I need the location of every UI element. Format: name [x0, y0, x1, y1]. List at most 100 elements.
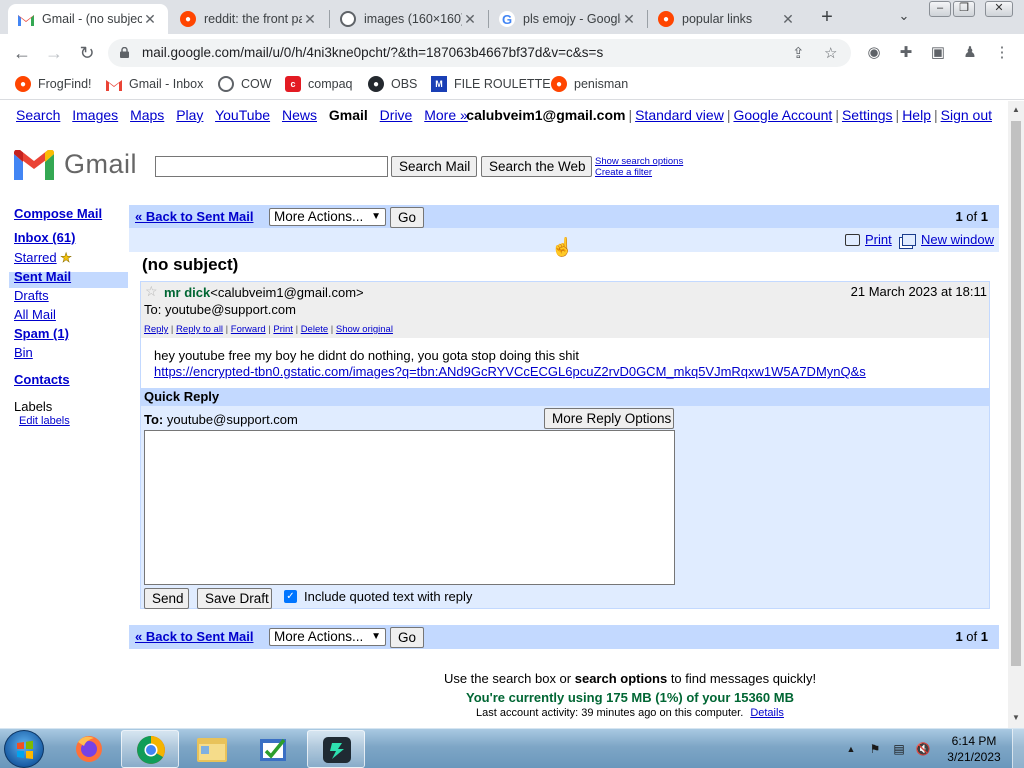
print-link[interactable]: Print: [845, 232, 892, 247]
gbar-images-link[interactable]: Images: [72, 107, 118, 123]
gbar-search-link[interactable]: Search: [16, 107, 60, 123]
nav-contacts[interactable]: Contacts: [14, 372, 70, 387]
new-window-link[interactable]: New window: [902, 232, 994, 247]
system-clock[interactable]: 6:14 PM 3/21/2023: [942, 733, 1006, 765]
network-icon[interactable]: ▤: [891, 741, 907, 757]
nav-drafts[interactable]: Drafts: [14, 288, 49, 303]
create-filter-link[interactable]: Create a filter: [595, 167, 683, 178]
action-center-icon[interactable]: ⚑: [867, 741, 883, 757]
forward-icon[interactable]: →: [42, 41, 66, 65]
send-button[interactable]: Send: [144, 588, 189, 609]
restore-button[interactable]: ❐: [953, 1, 975, 17]
more-actions-select[interactable]: More Actions... ▼: [269, 208, 386, 226]
standard-view-link[interactable]: Standard view: [635, 107, 724, 123]
menu-icon[interactable]: ⋮: [993, 44, 1011, 62]
puzzle-icon[interactable]: ✚: [897, 44, 915, 62]
scroll-down-icon[interactable]: ▼: [1012, 713, 1020, 722]
reload-icon[interactable]: ↻: [75, 41, 99, 65]
nav-spam[interactable]: Spam (1): [14, 326, 69, 341]
more-actions-select-bottom[interactable]: More Actions... ▼: [269, 628, 386, 646]
tab-gmail[interactable]: Gmail - (no subject) ✕: [8, 4, 168, 34]
back-icon[interactable]: ←: [10, 41, 34, 65]
edit-labels-link[interactable]: Edit labels: [19, 415, 70, 427]
bookmark-gmail-inbox[interactable]: Gmail - Inbox: [106, 76, 203, 92]
back-to-sent-link-bottom[interactable]: « Back to Sent Mail: [135, 629, 253, 644]
gbar-maps-link[interactable]: Maps: [130, 107, 164, 123]
taskbar-chrome[interactable]: [121, 730, 179, 768]
reply-link[interactable]: Reply: [144, 324, 168, 335]
forward-link[interactable]: Forward: [231, 324, 266, 335]
taskbar-filmora[interactable]: [307, 730, 365, 768]
help-link[interactable]: Help: [902, 107, 931, 123]
star-outline-icon[interactable]: ☆: [145, 283, 158, 300]
gmail-logo[interactable]: Gmail: [14, 149, 137, 180]
close-icon[interactable]: ✕: [462, 11, 478, 28]
nav-inbox[interactable]: Inbox (61): [14, 230, 75, 245]
gbar-drive-link[interactable]: Drive: [380, 107, 413, 123]
show-original-link[interactable]: Show original: [336, 324, 393, 335]
search-web-button[interactable]: Search the Web: [481, 156, 592, 177]
tab-popular-links[interactable]: ● popular links ✕: [648, 4, 806, 34]
more-reply-options-button[interactable]: More Reply Options: [544, 408, 674, 429]
search-mail-button[interactable]: Search Mail: [391, 156, 477, 177]
bookmark-frogfind[interactable]: ● FrogFind!: [15, 76, 92, 92]
close-icon[interactable]: ✕: [780, 11, 796, 28]
sign-out-link[interactable]: Sign out: [941, 107, 992, 123]
volume-muted-icon[interactable]: 🔇: [915, 741, 931, 757]
bookmark-penisman[interactable]: ● penisman: [551, 76, 628, 92]
profile-avatar[interactable]: ♟: [961, 44, 979, 62]
minimize-button[interactable]: –: [929, 1, 951, 17]
gbar-youtube-link[interactable]: YouTube: [215, 107, 270, 123]
bookmark-compaq[interactable]: c compaq: [285, 76, 352, 92]
start-button[interactable]: [4, 730, 44, 768]
go-button[interactable]: Go: [390, 207, 424, 228]
reply-all-link[interactable]: Reply to all: [176, 324, 223, 335]
scroll-up-icon[interactable]: ▲: [1012, 105, 1020, 114]
bookmark-cow[interactable]: COW: [218, 76, 272, 92]
tab-reddit[interactable]: ● reddit: the front page ✕: [170, 4, 328, 34]
show-search-options-link[interactable]: Show search options: [595, 156, 683, 167]
tab-google[interactable]: G pls emojy - Google ✕: [489, 4, 647, 34]
bookmark-file-roulette[interactable]: M FILE ROULETTE: [431, 76, 551, 92]
extension-record-icon[interactable]: ◉: [865, 44, 883, 62]
taskbar-firefox[interactable]: [60, 730, 118, 768]
gbar-play-link[interactable]: Play: [176, 107, 203, 123]
search-input[interactable]: [155, 156, 388, 177]
google-account-link[interactable]: Google Account: [733, 107, 832, 123]
print-message-link[interactable]: Print: [273, 324, 293, 335]
details-link[interactable]: Details: [750, 707, 784, 719]
nav-sent-mail[interactable]: Sent Mail: [14, 269, 71, 284]
taskbar-file-explorer[interactable]: [183, 730, 241, 768]
message-body-link[interactable]: https://encrypted-tbn0.gstatic.com/image…: [154, 364, 866, 379]
close-window-button[interactable]: ✕: [985, 1, 1013, 17]
gbar-more-link[interactable]: More »: [424, 107, 468, 123]
chevron-down-icon[interactable]: ⌄: [894, 8, 914, 28]
taskbar-task-scheduler[interactable]: [244, 730, 302, 768]
nav-starred[interactable]: Starred ★: [14, 250, 72, 266]
close-icon[interactable]: ✕: [621, 11, 637, 28]
gbar-news-link[interactable]: News: [282, 107, 317, 123]
delete-link[interactable]: Delete: [301, 324, 328, 335]
bookmark-obs[interactable]: ● OBS: [368, 76, 417, 92]
new-tab-button[interactable]: +: [815, 6, 839, 30]
reply-textarea[interactable]: [144, 430, 675, 585]
close-icon[interactable]: ✕: [302, 11, 318, 28]
nav-all-mail[interactable]: All Mail: [14, 307, 56, 322]
back-to-sent-link[interactable]: « Back to Sent Mail: [135, 209, 253, 224]
nav-bin[interactable]: Bin: [14, 345, 33, 360]
vertical-scrollbar[interactable]: ▲ ▼: [1008, 101, 1024, 728]
share-icon[interactable]: ⇪: [792, 44, 805, 62]
go-button-bottom[interactable]: Go: [390, 627, 424, 648]
compose-mail-link[interactable]: Compose Mail: [14, 206, 102, 221]
settings-link[interactable]: Settings: [842, 107, 893, 123]
side-panel-icon[interactable]: ▣: [929, 44, 947, 62]
close-icon[interactable]: ✕: [142, 11, 158, 28]
show-hidden-icons-icon[interactable]: ▲: [843, 741, 859, 757]
include-quoted-checkbox[interactable]: ✓: [284, 590, 297, 603]
show-desktop-button[interactable]: [1012, 729, 1024, 768]
scrollbar-thumb[interactable]: [1011, 121, 1021, 666]
save-draft-button[interactable]: Save Draft: [197, 588, 272, 609]
address-bar[interactable]: mail.google.com/mail/u/0/h/4ni3kne0pcht/…: [108, 39, 851, 67]
star-icon[interactable]: ☆: [824, 44, 837, 62]
tab-images[interactable]: images (160×160) ✕: [330, 4, 488, 34]
